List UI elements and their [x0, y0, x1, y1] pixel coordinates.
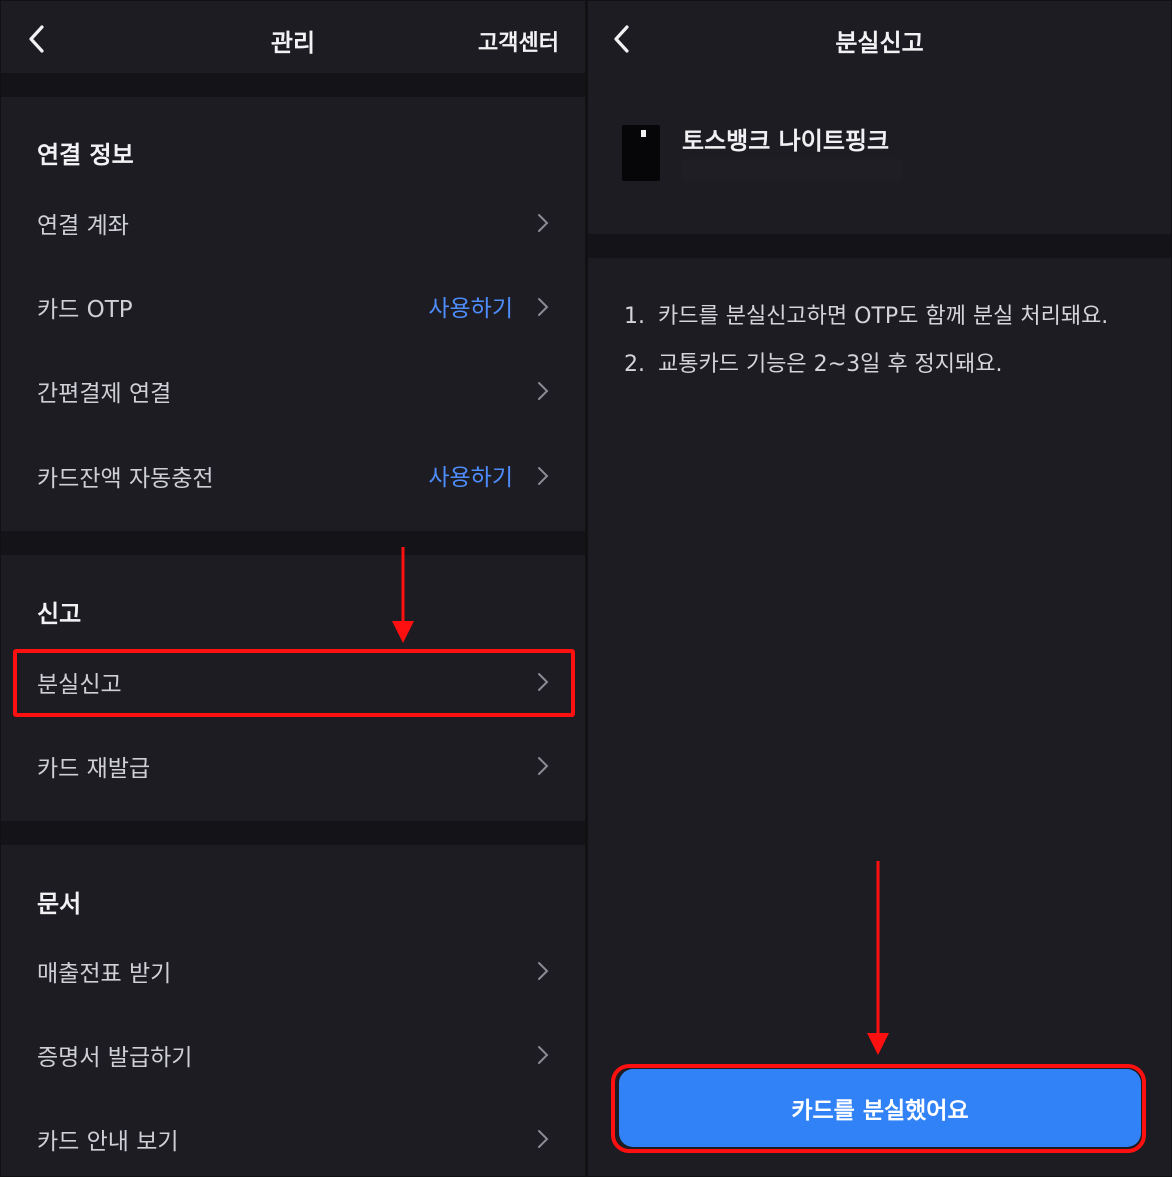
divider	[1, 531, 585, 555]
management-screen: 관리 고객센터 연결 정보 연결 계좌 카드 OTP 사용하기 간편결제 연결 …	[1, 1, 585, 1176]
red-arrow-icon	[867, 861, 889, 1055]
chevron-right-icon	[538, 962, 549, 980]
header: 관리 고객센터	[1, 1, 585, 73]
use-link[interactable]: 사용하기	[428, 458, 513, 492]
divider	[1, 73, 585, 97]
notice-item: 2. 교통카드 기능은 2~3일 후 정지돼요.	[624, 346, 1003, 378]
menu-item-card-guide[interactable]: 카드 안내 보기	[1, 1104, 585, 1174]
notice-text: 카드를 분실신고하면 OTP도 함께 분실 처리돼요.	[658, 304, 1109, 329]
notice-number: 2.	[624, 352, 645, 377]
menu-item-label: 연결 계좌	[37, 213, 129, 239]
card-chip-icon	[641, 130, 646, 137]
menu-item-card-otp[interactable]: 카드 OTP 사용하기	[1, 272, 585, 342]
use-link[interactable]: 사용하기	[428, 289, 513, 323]
menu-item-linked-account[interactable]: 연결 계좌	[1, 188, 585, 258]
page-title: 분실신고	[835, 29, 924, 57]
menu-item-auto-charge[interactable]: 카드잔액 자동충전 사용하기	[1, 441, 585, 511]
menu-item-sales-slip[interactable]: 매출전표 받기	[1, 936, 585, 1006]
section-title-connection: 연결 정보	[37, 141, 134, 169]
menu-item-label: 카드 OTP	[37, 297, 133, 323]
menu-item-label: 카드 안내 보기	[37, 1129, 179, 1155]
card-image	[622, 125, 660, 181]
section-title-report: 신고	[37, 600, 82, 628]
menu-item-label: 카드잔액 자동충전	[37, 466, 214, 492]
header: 분실신고	[588, 1, 1171, 73]
chevron-right-icon	[538, 214, 549, 232]
customer-center-link[interactable]: 고객센터	[478, 25, 559, 57]
menu-item-label: 매출전표 받기	[37, 961, 172, 987]
chevron-right-icon	[538, 1046, 549, 1064]
lost-card-button[interactable]: 카드를 분실했어요	[619, 1069, 1141, 1147]
menu-item-card-reissue[interactable]: 카드 재발급	[1, 731, 585, 801]
chevron-right-icon	[538, 757, 549, 775]
notice-number: 1.	[624, 304, 645, 329]
highlight-box	[13, 649, 575, 717]
lost-report-screen: 분실신고 토스뱅크 나이트핑크 1. 카드를 분실신고하면 OTP도 함께 분실 …	[588, 1, 1171, 1176]
card-name: 토스뱅크 나이트핑크	[682, 127, 890, 155]
menu-item-label: 카드 재발급	[37, 756, 151, 782]
menu-item-label: 간편결제 연결	[37, 381, 172, 407]
notice-text: 교통카드 기능은 2~3일 후 정지돼요.	[658, 352, 1003, 377]
divider	[1, 821, 585, 845]
menu-item-simple-payment[interactable]: 간편결제 연결	[1, 356, 585, 426]
chevron-right-icon	[538, 1130, 549, 1148]
chevron-right-icon	[538, 298, 549, 316]
notice-item: 1. 카드를 분실신고하면 OTP도 함께 분실 처리돼요.	[624, 298, 1108, 330]
chevron-right-icon	[538, 467, 549, 485]
section-title-documents: 문서	[37, 890, 82, 918]
card-number-masked	[682, 159, 902, 181]
menu-item-label: 증명서 발급하기	[37, 1045, 193, 1071]
chevron-right-icon	[538, 382, 549, 400]
red-arrow-icon	[392, 547, 414, 643]
divider	[588, 234, 1171, 258]
menu-item-certificate[interactable]: 증명서 발급하기	[1, 1020, 585, 1090]
